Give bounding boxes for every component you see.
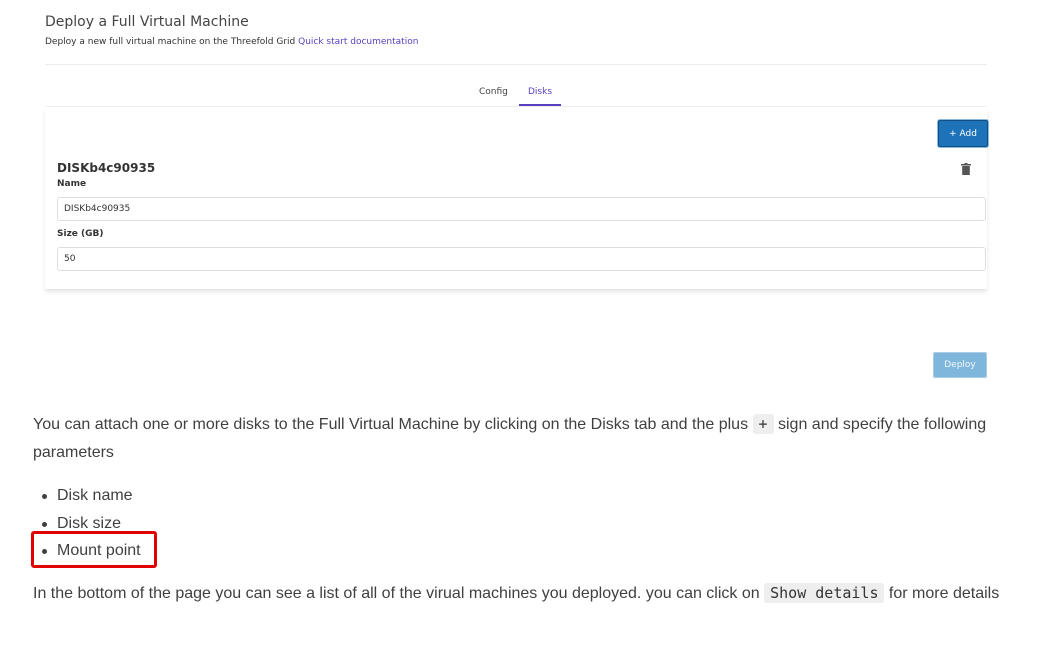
tab-config[interactable]: Config (479, 87, 508, 104)
deploy-button[interactable]: Deploy (933, 352, 987, 378)
divider (45, 64, 987, 65)
tab-disks[interactable]: Disks (519, 87, 561, 106)
plus-code: + (752, 414, 774, 434)
disk-name-field[interactable]: DISKb4c90935 (57, 197, 986, 221)
page-subtitle: Deploy a new full virtual machine on the… (45, 37, 418, 47)
disks-card: + Add DISKb4c90935 Name DISKb4c90935 Siz… (45, 107, 988, 289)
list-item: Disk name (33, 482, 141, 510)
add-disk-button[interactable]: + Add (938, 120, 988, 147)
paragraph2-text-after: for more details (884, 585, 1000, 602)
disk-name-value: DISKb4c90935 (64, 204, 131, 214)
doc-paragraph-details: In the bottom of the page you can see a … (33, 579, 1023, 608)
doc-paragraph-disks: You can attach one or more disks to the … (33, 410, 1023, 467)
deploy-vm-screenshot: Deploy a Full Virtual Machine Deploy a n… (0, 0, 1057, 395)
paragraph2-text-before: In the bottom of the page you can see a … (33, 585, 765, 602)
quick-start-link[interactable]: Quick start documentation (298, 37, 418, 47)
subtitle-text: Deploy a new full virtual machine on the… (45, 37, 296, 47)
trash-icon[interactable] (961, 163, 971, 175)
paragraph1-text-before: You can attach one or more disks to the … (33, 416, 753, 433)
name-label: Name (57, 179, 87, 189)
mount-point-highlight-box (31, 531, 157, 568)
disk-title: DISKb4c90935 (57, 161, 156, 175)
page-title: Deploy a Full Virtual Machine (45, 14, 249, 30)
size-label: Size (GB) (57, 229, 104, 239)
tab-bar: Config Disks (45, 82, 987, 107)
disk-size-value: 50 (64, 254, 76, 264)
show-details-code: Show details (764, 583, 885, 603)
disk-size-field[interactable]: 50 (57, 247, 986, 271)
